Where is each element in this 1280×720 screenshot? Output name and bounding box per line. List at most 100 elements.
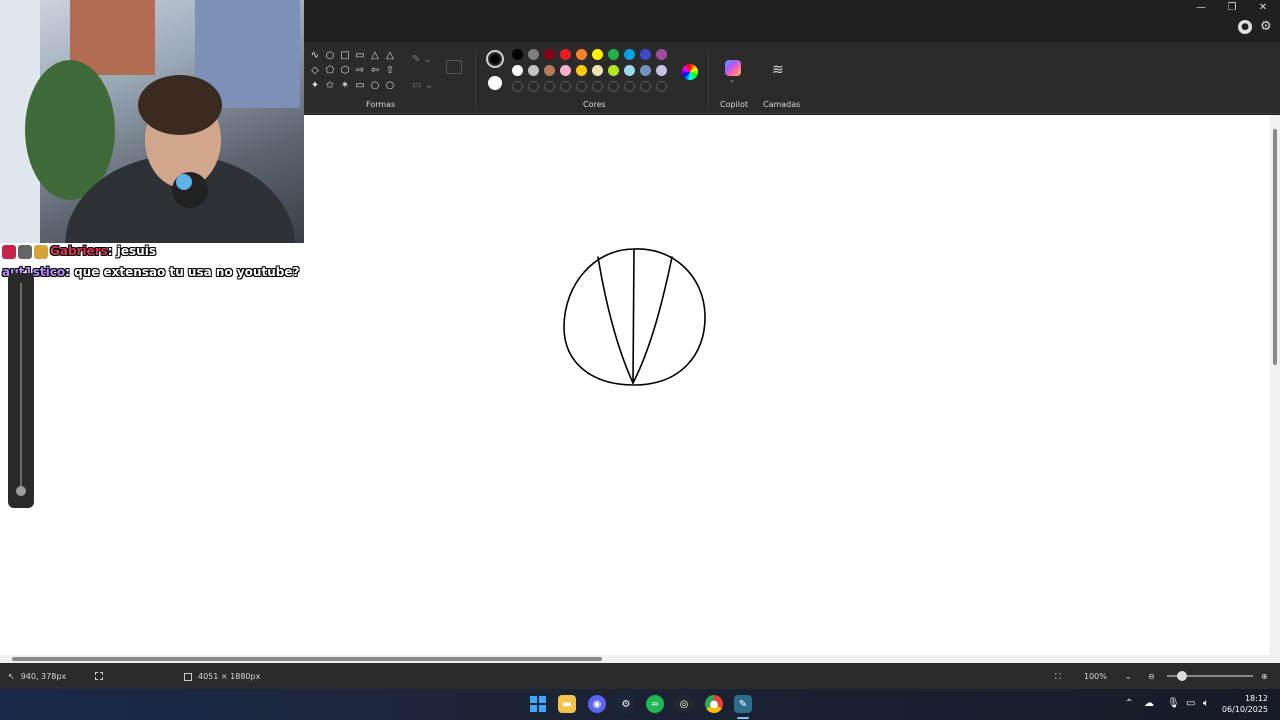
color-swatch[interactable] bbox=[512, 49, 523, 60]
shape-option-6[interactable]: ◇ bbox=[308, 63, 322, 77]
chat-message: Gabriers: jesuis bbox=[2, 241, 302, 262]
color-swatch[interactable] bbox=[544, 65, 555, 76]
shape-option-12[interactable]: ✦ bbox=[308, 78, 322, 92]
network-icon[interactable]: ▭ bbox=[1186, 698, 1195, 709]
shape-option-3[interactable]: ▭ bbox=[353, 48, 367, 62]
vertical-scrollbar[interactable] bbox=[1270, 115, 1280, 655]
shape-option-17[interactable]: ○ bbox=[383, 78, 397, 92]
microphone-icon[interactable]: 🎙︎ bbox=[1167, 698, 1180, 709]
shape-option-10[interactable]: ⇦ bbox=[368, 63, 382, 77]
custom-color-slot[interactable] bbox=[656, 81, 667, 92]
primary-color-swatch bbox=[490, 54, 500, 64]
color-swatch[interactable] bbox=[544, 49, 555, 60]
secondary-color-button[interactable] bbox=[488, 76, 502, 90]
color-swatch[interactable] bbox=[608, 49, 619, 60]
chat-message: aut1stico: que extensao tu usa no youtub… bbox=[2, 265, 300, 279]
color-swatch[interactable] bbox=[624, 49, 635, 60]
shape-option-2[interactable]: □ bbox=[338, 48, 352, 62]
primary-color-button[interactable] bbox=[486, 50, 504, 68]
zoom-in-icon[interactable]: ⊕ bbox=[1261, 672, 1268, 681]
chevron-down-icon: ⌄ bbox=[1124, 672, 1132, 681]
chat-text: jesuis bbox=[116, 244, 156, 258]
color-swatch[interactable] bbox=[592, 49, 603, 60]
paint-active-indicator bbox=[737, 717, 749, 719]
onedrive-icon[interactable]: ☁ bbox=[1144, 698, 1154, 709]
custom-color-slot[interactable] bbox=[592, 81, 603, 92]
zoom-slider[interactable] bbox=[1167, 671, 1253, 681]
color-swatch[interactable] bbox=[560, 65, 571, 76]
copilot-chevron-icon[interactable]: ⌄ bbox=[729, 76, 735, 84]
outline-icon[interactable]: ✎ ⌄ bbox=[412, 54, 432, 65]
zoom-out-icon[interactable]: ⊖ bbox=[1148, 672, 1155, 681]
shape-option-7[interactable]: ⬠ bbox=[323, 63, 337, 77]
shape-option-11[interactable]: ⇧ bbox=[383, 63, 397, 77]
color-swatch[interactable] bbox=[640, 65, 651, 76]
shape-options-icon[interactable] bbox=[446, 60, 462, 74]
custom-color-slot[interactable] bbox=[512, 81, 523, 92]
fit-to-window-icon[interactable]: ⛶ bbox=[1055, 672, 1061, 682]
brush-size-knob[interactable] bbox=[16, 486, 26, 496]
custom-color-slot[interactable] bbox=[560, 81, 571, 92]
color-swatch[interactable] bbox=[528, 49, 539, 60]
custom-color-slot[interactable] bbox=[576, 81, 587, 92]
color-swatch[interactable] bbox=[592, 65, 603, 76]
discord-icon[interactable]: ◉ bbox=[588, 695, 606, 713]
color-swatch[interactable] bbox=[528, 65, 539, 76]
color-swatch[interactable] bbox=[576, 49, 587, 60]
close-button[interactable]: ✕ bbox=[1248, 0, 1278, 14]
paint-icon[interactable]: ✎ bbox=[734, 695, 752, 713]
vertical-scroll-thumb[interactable] bbox=[1273, 129, 1277, 365]
shapes-gallery[interactable]: ∿ ○ □ ▭ △ △ ◇ ⬠ ⬡ ⇨ ⇦ ⇧ ✦ ✩ ✶ ▭ ○ ○ bbox=[308, 48, 397, 92]
account-icon[interactable]: ● bbox=[1238, 20, 1252, 34]
volume-icon[interactable]: 🔈︎ bbox=[1203, 698, 1209, 709]
steam-icon[interactable]: ⚙ bbox=[617, 695, 635, 713]
shape-option-13[interactable]: ✩ bbox=[323, 78, 337, 92]
color-swatch[interactable] bbox=[624, 65, 635, 76]
minimize-button[interactable]: — bbox=[1186, 0, 1216, 14]
file-explorer-icon[interactable]: ▬ bbox=[558, 695, 576, 713]
shape-option-1[interactable]: ○ bbox=[323, 48, 337, 62]
shape-option-4[interactable]: △ bbox=[368, 48, 382, 62]
color-swatch[interactable] bbox=[560, 49, 571, 60]
brush-size-slider[interactable] bbox=[8, 273, 34, 508]
restore-button[interactable]: ❐ bbox=[1217, 0, 1247, 14]
shape-option-15[interactable]: ▭ bbox=[353, 78, 367, 92]
clock-time: 18:12 bbox=[1244, 694, 1268, 703]
edit-colors-icon[interactable] bbox=[682, 64, 698, 80]
shape-option-8[interactable]: ⬡ bbox=[338, 63, 352, 77]
shape-option-14[interactable]: ✶ bbox=[338, 78, 352, 92]
shape-option-16[interactable]: ○ bbox=[368, 78, 382, 92]
shape-option-0[interactable]: ∿ bbox=[308, 48, 322, 62]
layers-label[interactable]: Camadas bbox=[763, 100, 800, 109]
tray-overflow-icon[interactable]: ⌃ bbox=[1125, 698, 1133, 709]
horizontal-scrollbar[interactable] bbox=[0, 655, 1280, 663]
color-swatch[interactable] bbox=[656, 49, 667, 60]
color-swatch[interactable] bbox=[608, 65, 619, 76]
color-swatch[interactable] bbox=[576, 65, 587, 76]
color-palette[interactable] bbox=[512, 49, 667, 92]
clock[interactable]: 18:12 06/10/2025 bbox=[1222, 693, 1268, 715]
chat-badge-icon bbox=[34, 244, 48, 259]
custom-color-slot[interactable] bbox=[640, 81, 651, 92]
custom-color-slot[interactable] bbox=[544, 81, 555, 92]
copilot-icon[interactable] bbox=[725, 60, 741, 76]
fill-icon[interactable]: ▭ ⌄ bbox=[412, 80, 433, 91]
custom-color-slot[interactable] bbox=[608, 81, 619, 92]
horizontal-scroll-thumb[interactable] bbox=[12, 657, 602, 661]
gear-icon[interactable]: ⚙ bbox=[1260, 20, 1272, 34]
shape-option-5[interactable]: △ bbox=[383, 48, 397, 62]
github-icon[interactable]: ◎ bbox=[675, 695, 693, 713]
chrome-icon[interactable]: ● bbox=[705, 695, 723, 713]
custom-color-slot[interactable] bbox=[624, 81, 635, 92]
copilot-label[interactable]: Copilot bbox=[720, 100, 748, 109]
zoom-slider-thumb[interactable] bbox=[1177, 671, 1187, 681]
color-swatch[interactable] bbox=[640, 49, 651, 60]
color-swatch[interactable] bbox=[512, 65, 523, 76]
shape-option-9[interactable]: ⇨ bbox=[353, 63, 367, 77]
windows-start-icon[interactable] bbox=[529, 695, 547, 713]
spotify-icon[interactable]: ≈ bbox=[646, 695, 664, 713]
zoom-select[interactable]: 100% ⌄ bbox=[1084, 672, 1132, 681]
color-swatch[interactable] bbox=[656, 65, 667, 76]
custom-color-slot[interactable] bbox=[528, 81, 539, 92]
layers-icon[interactable]: ≋ bbox=[772, 62, 784, 78]
